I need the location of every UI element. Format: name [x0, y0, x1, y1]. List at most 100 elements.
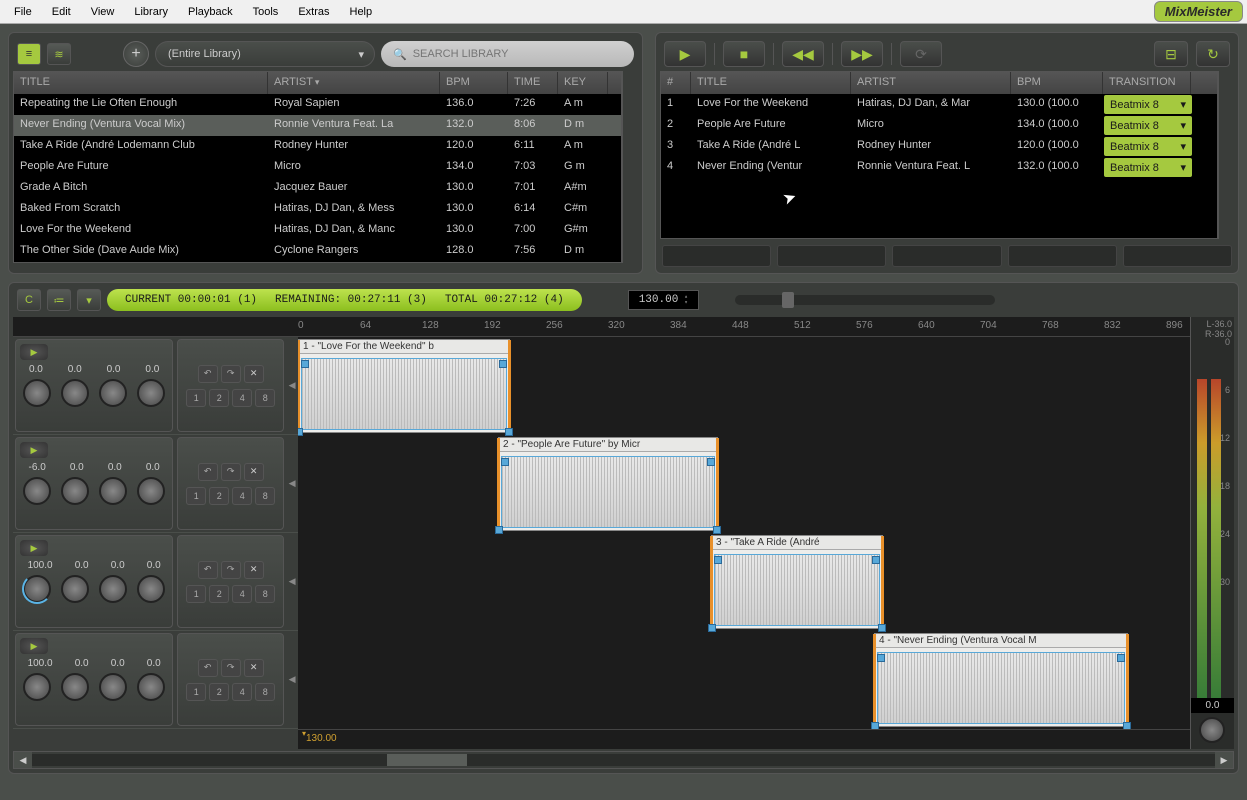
- transition-dropdown[interactable]: Beatmix 8: [1104, 95, 1192, 114]
- track-knob[interactable]: [23, 477, 51, 505]
- clear-button[interactable]: ✕: [244, 561, 264, 579]
- add-button[interactable]: +: [123, 41, 149, 67]
- menu-file[interactable]: File: [4, 2, 42, 22]
- hotcue-slot[interactable]: [777, 245, 886, 267]
- redo-button[interactable]: ↷: [221, 365, 241, 383]
- hotcue-slot[interactable]: [1008, 245, 1117, 267]
- zoom-slider[interactable]: [735, 295, 995, 305]
- output-mode-button[interactable]: ⊟: [1154, 41, 1188, 67]
- audio-clip[interactable]: 3 - "Take A Ride (André: [711, 535, 883, 629]
- scroll-left-button[interactable]: ◀: [14, 752, 32, 768]
- bpm-marker[interactable]: 130.00: [306, 733, 337, 744]
- next-button[interactable]: ▶▶: [841, 41, 883, 67]
- menu-extras[interactable]: Extras: [288, 2, 339, 22]
- col-title[interactable]: TITLE: [14, 72, 268, 94]
- tracks-view-button[interactable]: ≔: [47, 289, 71, 311]
- snap-button[interactable]: C: [17, 289, 41, 311]
- redo-button[interactable]: ↷: [221, 561, 241, 579]
- track-knob[interactable]: [137, 575, 165, 603]
- clear-button[interactable]: ✕: [244, 463, 264, 481]
- menu-tools[interactable]: Tools: [243, 2, 289, 22]
- prev-button[interactable]: ◀◀: [782, 41, 824, 67]
- library-filter-dropdown[interactable]: (Entire Library): [155, 41, 375, 67]
- menu-view[interactable]: View: [81, 2, 125, 22]
- redo-button[interactable]: ↷: [221, 463, 241, 481]
- beat-1-button[interactable]: 1: [186, 487, 206, 505]
- beat-8-button[interactable]: 8: [255, 683, 275, 701]
- grid-view-icon[interactable]: ≋: [47, 43, 71, 65]
- library-row[interactable]: Baked From ScratchHatiras, DJ Dan, & Mes…: [14, 199, 621, 220]
- transition-dropdown[interactable]: Beatmix 8: [1104, 158, 1192, 177]
- beat-4-button[interactable]: 4: [232, 585, 252, 603]
- library-row[interactable]: Grade A BitchJacquez Bauer130.07:01A#m: [14, 178, 621, 199]
- col-pl-artist[interactable]: ARTIST: [851, 72, 1011, 94]
- beat-2-button[interactable]: 2: [209, 389, 229, 407]
- list-view-icon[interactable]: ≡: [17, 43, 41, 65]
- beat-1-button[interactable]: 1: [186, 683, 206, 701]
- track-solo-button[interactable]: ▶: [20, 540, 48, 556]
- hotcue-slot[interactable]: [662, 245, 771, 267]
- track-solo-button[interactable]: ▶: [20, 638, 48, 654]
- library-row[interactable]: Take A Ride (André Lodemann ClubRodney H…: [14, 136, 621, 157]
- library-row[interactable]: Repeating the Lie Often EnoughRoyal Sapi…: [14, 94, 621, 115]
- col-bpm[interactable]: BPM: [440, 72, 508, 94]
- col-pl-title[interactable]: TITLE: [691, 72, 851, 94]
- track-knob[interactable]: [23, 673, 51, 701]
- audio-clip[interactable]: 4 - "Never Ending (Ventura Vocal M: [874, 633, 1128, 727]
- beat-8-button[interactable]: 8: [255, 389, 275, 407]
- playlist-scrollbar[interactable]: [1218, 71, 1234, 239]
- track-solo-button[interactable]: ▶: [20, 344, 48, 360]
- track-knob[interactable]: [61, 477, 89, 505]
- beat-2-button[interactable]: 2: [209, 585, 229, 603]
- playlist-row[interactable]: 1Love For the WeekendHatiras, DJ Dan, & …: [661, 94, 1217, 115]
- collapse-icon[interactable]: ◀: [286, 631, 298, 728]
- col-pl-trans[interactable]: TRANSITION: [1103, 72, 1191, 94]
- transition-dropdown[interactable]: Beatmix 8: [1104, 116, 1192, 135]
- track-solo-button[interactable]: ▶: [20, 442, 48, 458]
- menu-playback[interactable]: Playback: [178, 2, 243, 22]
- track-knob[interactable]: [61, 379, 89, 407]
- menu-library[interactable]: Library: [124, 2, 178, 22]
- track-knob[interactable]: [99, 477, 127, 505]
- beat-8-button[interactable]: 8: [255, 487, 275, 505]
- beat-1-button[interactable]: 1: [186, 389, 206, 407]
- track-knob[interactable]: [137, 379, 165, 407]
- record-button[interactable]: ⟳: [900, 41, 942, 67]
- beat-8-button[interactable]: 8: [255, 585, 275, 603]
- beat-2-button[interactable]: 2: [209, 487, 229, 505]
- track-knob[interactable]: [23, 575, 51, 603]
- playlist-row[interactable]: 3Take A Ride (André LRodney Hunter120.0 …: [661, 136, 1217, 157]
- playlist-row[interactable]: 2People Are FutureMicro134.0 (100.0Beatm…: [661, 115, 1217, 136]
- track-knob[interactable]: [61, 575, 89, 603]
- redo-button[interactable]: ↷: [221, 659, 241, 677]
- library-row[interactable]: People Are FutureMicro134.07:03G m: [14, 157, 621, 178]
- play-button[interactable]: ▶: [664, 41, 706, 67]
- undo-button[interactable]: ↶: [198, 463, 218, 481]
- timeline-area[interactable]: 0641281922563203844485125766407047688328…: [298, 317, 1190, 749]
- clear-button[interactable]: ✕: [244, 659, 264, 677]
- collapse-icon[interactable]: ◀: [286, 337, 298, 434]
- col-artist[interactable]: ARTIST▾: [268, 72, 440, 94]
- beat-4-button[interactable]: 4: [232, 487, 252, 505]
- menu-edit[interactable]: Edit: [42, 2, 81, 22]
- track-knob[interactable]: [61, 673, 89, 701]
- beat-4-button[interactable]: 4: [232, 389, 252, 407]
- audio-clip[interactable]: 2 - "People Are Future" by Micr: [498, 437, 718, 531]
- transition-dropdown[interactable]: Beatmix 8: [1104, 137, 1192, 156]
- loop-button[interactable]: ↻: [1196, 41, 1230, 67]
- menu-help[interactable]: Help: [340, 2, 383, 22]
- menu-button[interactable]: ▾: [77, 289, 101, 311]
- scroll-right-button[interactable]: ▶: [1215, 752, 1233, 768]
- hotcue-slot[interactable]: [892, 245, 1001, 267]
- beat-2-button[interactable]: 2: [209, 683, 229, 701]
- track-knob[interactable]: [137, 477, 165, 505]
- beat-1-button[interactable]: 1: [186, 585, 206, 603]
- beat-4-button[interactable]: 4: [232, 683, 252, 701]
- track-knob[interactable]: [99, 673, 127, 701]
- audio-clip[interactable]: 1 - "Love For the Weekend" b: [298, 339, 510, 433]
- collapse-icon[interactable]: ◀: [286, 435, 298, 532]
- track-knob[interactable]: [23, 379, 51, 407]
- timeline-scrollbar[interactable]: ◀ ▶: [13, 751, 1234, 769]
- undo-button[interactable]: ↶: [198, 561, 218, 579]
- stop-button[interactable]: ■: [723, 41, 765, 67]
